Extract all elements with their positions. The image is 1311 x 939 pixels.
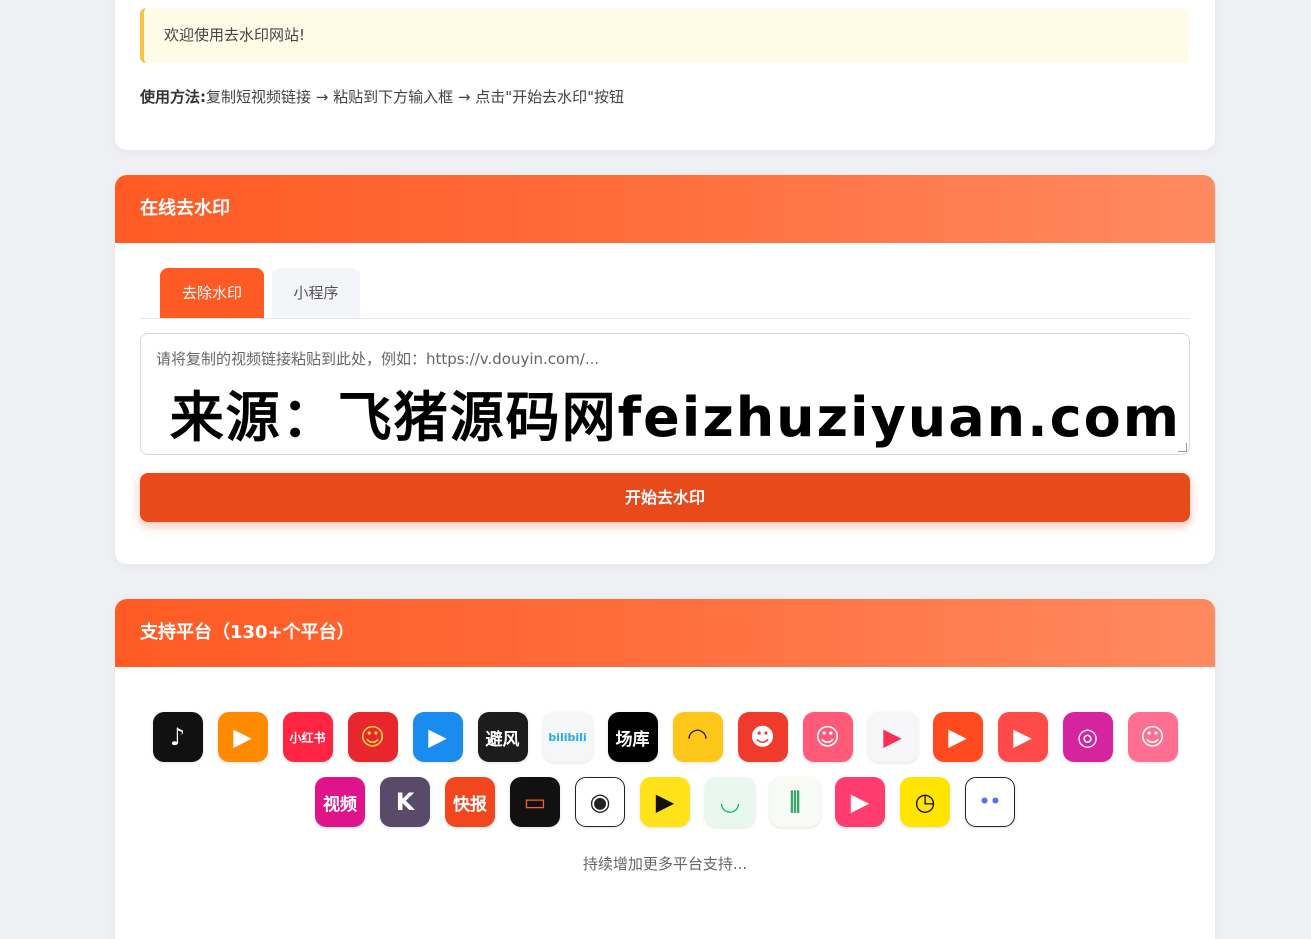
player-icon[interactable]: ▶ <box>412 712 463 762</box>
resize-handle[interactable] <box>1178 443 1187 452</box>
yellow-arch-icon[interactable]: ◠ <box>672 712 723 762</box>
changku-icon[interactable]: 场库 <box>607 712 658 762</box>
video-frame-icon[interactable]: ▭ <box>510 777 560 827</box>
kuaibao-icon[interactable]: 快报 <box>445 777 495 827</box>
platform-row-1: ♪ ▶ 小红书 ☺ ▶ 避风 bilibili 场库 ◠ ☻ ☺ ▶ ▶ ▶ ◎ ☺ <box>115 712 1215 762</box>
tool-card-title: 在线去水印 <box>115 175 1215 243</box>
bilibili-icon[interactable]: bilibili <box>542 712 593 762</box>
kuaishou-icon[interactable]: ▶ <box>217 712 268 762</box>
manga-icon[interactable]: ☺ <box>347 712 398 762</box>
input-placeholder: 请将复制的视频链接粘贴到此处，例如：https://v.douyin.com/.… <box>156 350 600 368</box>
usage-instructions: 使用方法:复制短视频链接 → 粘贴到下方输入框 → 点击"开始去水印"按钮 <box>140 86 624 107</box>
xiaohongshu-icon[interactable]: 小红书 <box>282 712 333 762</box>
tool-card: 在线去水印 去除水印 小程序 请将复制的视频链接粘贴到此处，例如：https:/… <box>115 175 1215 564</box>
instagram-icon[interactable]: ◎ <box>1062 712 1113 762</box>
intro-card: 欢迎使用去水印网站! 使用方法:复制短视频链接 → 粘贴到下方输入框 → 点击"… <box>115 0 1215 150</box>
source-watermark: 来源：飞猪源码网feizhuziyuan.com <box>169 386 1181 449</box>
bowl-icon[interactable]: ◡ <box>705 777 755 827</box>
usage-label: 使用方法: <box>140 88 206 106</box>
more-platforms-text: 持续增加更多平台支持... <box>582 855 748 873</box>
tab-mini-program[interactable]: 小程序 <box>272 268 360 318</box>
camera-play-icon[interactable]: ▶ <box>835 777 885 827</box>
play-triangle-icon[interactable]: ▶ <box>867 712 918 762</box>
huoshan-icon[interactable]: ▶ <box>932 712 983 762</box>
bamboo-icon[interactable]: ⫼ <box>770 777 820 827</box>
welcome-notice: 欢迎使用去水印网站! <box>140 8 1189 63</box>
platform-row-2: 视频 K 快报 ▭ ◉ ▶ ◡ ⫼ ▶ ◷ •• <box>115 777 1215 827</box>
usage-text: 复制短视频链接 → 粘贴到下方输入框 → 点击"开始去水印"按钮 <box>206 88 625 106</box>
monkey-icon[interactable]: ☻ <box>737 712 788 762</box>
chat-bubble-icon[interactable]: •• <box>965 777 1015 827</box>
laughing-face-icon[interactable]: ☺ <box>1127 712 1178 762</box>
bifeng-icon[interactable]: 避风 <box>477 712 528 762</box>
tool-tabs: 去除水印 小程序 <box>140 268 1190 319</box>
timer-play-icon[interactable]: ◷ <box>900 777 950 827</box>
platforms-title: 支持平台（130+个平台） <box>115 599 1215 667</box>
douyin-icon[interactable]: ♪ <box>152 712 203 762</box>
tencent-video-icon[interactable]: 视频 <box>315 777 365 827</box>
frame-play-icon[interactable]: ▶ <box>997 712 1048 762</box>
start-button[interactable]: 开始去水印 <box>140 473 1190 522</box>
eye-icon[interactable]: ◉ <box>575 777 625 827</box>
cartoon-face-icon[interactable]: ☺ <box>802 712 853 762</box>
tab-remove-watermark[interactable]: 去除水印 <box>160 268 264 318</box>
yellow-play-icon[interactable]: ▶ <box>640 777 690 827</box>
k-icon[interactable]: K <box>380 777 430 827</box>
video-link-input[interactable]: 请将复制的视频链接粘贴到此处，例如：https://v.douyin.com/.… <box>140 333 1190 455</box>
platforms-card: 支持平台（130+个平台） ♪ ▶ 小红书 ☺ ▶ 避风 bilibili 场库 ◠ ☻ ☺ ▶ ▶ ▶ ◎… <box>115 599 1215 939</box>
